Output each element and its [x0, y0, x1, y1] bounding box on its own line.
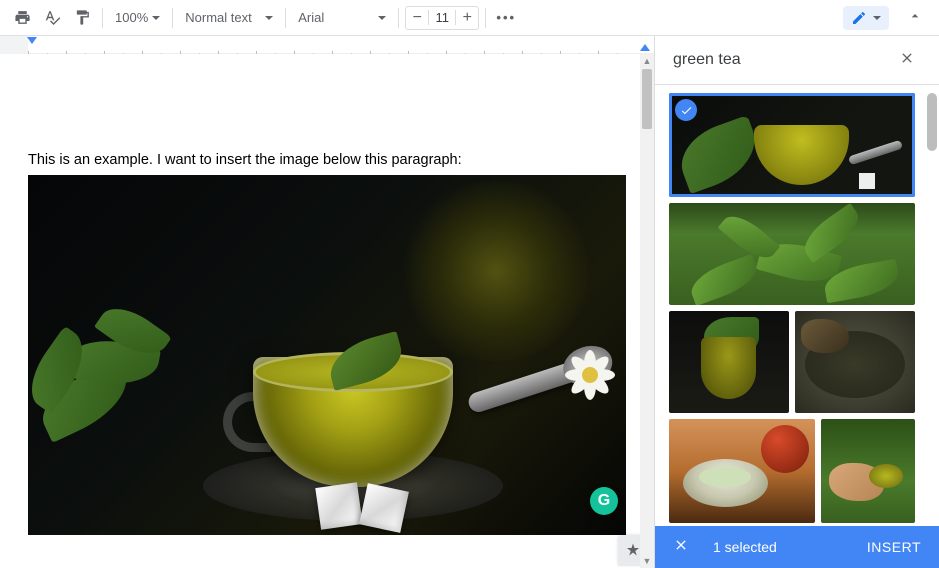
- collapse-toolbar-button[interactable]: [903, 4, 927, 31]
- more-icon: •••: [496, 10, 516, 25]
- mint-leaves: [28, 265, 228, 445]
- font-size-group: − 11 +: [405, 6, 479, 30]
- scroll-thumb[interactable]: [642, 69, 652, 129]
- paint-roller-icon: [74, 9, 91, 26]
- check-icon: [680, 104, 693, 117]
- tea-cup: [233, 322, 473, 487]
- document-scrollbar[interactable]: ▲ ▼: [640, 54, 654, 568]
- main-area: 12345678910111213141516 This is an examp…: [0, 36, 939, 568]
- spellcheck-icon: [44, 9, 61, 26]
- result-image-6[interactable]: [821, 419, 915, 523]
- paint-format-button[interactable]: [68, 4, 96, 32]
- font-size-increase-button[interactable]: +: [456, 7, 478, 29]
- image-search-panel: green tea: [654, 36, 939, 568]
- zoom-value: 100%: [115, 10, 148, 25]
- sugar-cube: [359, 483, 409, 533]
- scroll-down-arrow[interactable]: ▼: [640, 554, 654, 568]
- caret-icon: [378, 16, 386, 20]
- style-value: Normal text: [185, 10, 261, 25]
- scroll-up-arrow[interactable]: ▲: [640, 54, 654, 68]
- toolbar: 100% Normal text Arial − 11 + •••: [0, 0, 939, 36]
- grammarly-badge[interactable]: G: [590, 487, 618, 515]
- result-image-2[interactable]: [669, 203, 915, 305]
- document-image[interactable]: G: [28, 175, 626, 535]
- print-button[interactable]: [8, 4, 36, 32]
- result-image-4[interactable]: [795, 311, 915, 413]
- zoom-dropdown[interactable]: 100%: [109, 4, 166, 32]
- style-dropdown[interactable]: Normal text: [179, 4, 279, 32]
- font-size-decrease-button[interactable]: −: [406, 7, 428, 29]
- grammarly-initial: G: [598, 492, 610, 510]
- result-image-3[interactable]: [669, 311, 789, 413]
- ruler-right-marker[interactable]: [640, 44, 650, 51]
- font-dropdown[interactable]: Arial: [292, 4, 392, 32]
- close-panel-button[interactable]: [893, 44, 921, 76]
- panel-header: green tea: [655, 36, 939, 84]
- selected-check-badge: [675, 99, 697, 121]
- spellcheck-button[interactable]: [38, 4, 66, 32]
- panel-divider: [655, 84, 939, 85]
- close-icon: [673, 537, 689, 553]
- more-button[interactable]: •••: [492, 4, 520, 32]
- font-size-value[interactable]: 11: [428, 10, 456, 25]
- caret-icon: [873, 16, 881, 20]
- editing-mode-button[interactable]: [843, 6, 889, 30]
- search-query[interactable]: green tea: [673, 51, 883, 69]
- caret-icon: [152, 16, 160, 20]
- close-icon: [899, 50, 915, 66]
- separator: [285, 8, 286, 28]
- panel-footer: 1 selected INSERT: [655, 526, 939, 568]
- ruler-indent-marker[interactable]: [27, 37, 37, 44]
- result-image-1[interactable]: [669, 93, 915, 197]
- results-scrollbar-thumb[interactable]: [927, 93, 937, 151]
- pencil-icon: [851, 10, 867, 26]
- separator: [398, 8, 399, 28]
- print-icon: [14, 9, 31, 26]
- search-results: [655, 93, 939, 526]
- document-paragraph[interactable]: This is an example. I want to insert the…: [28, 152, 626, 168]
- ruler[interactable]: 12345678910111213141516: [0, 36, 654, 54]
- sugar-cube: [315, 482, 362, 529]
- separator: [172, 8, 173, 28]
- ruler-ticks: 12345678910111213141516: [0, 36, 654, 54]
- insert-button[interactable]: INSERT: [867, 539, 921, 555]
- separator: [102, 8, 103, 28]
- result-image-5[interactable]: [669, 419, 815, 523]
- daisy-flower: [560, 345, 620, 405]
- chevron-up-icon: [907, 8, 923, 24]
- document-page[interactable]: This is an example. I want to insert the…: [0, 54, 654, 568]
- selected-count: 1 selected: [713, 539, 867, 555]
- document-pane: 12345678910111213141516 This is an examp…: [0, 36, 654, 568]
- deselect-button[interactable]: [673, 537, 689, 558]
- caret-icon: [265, 16, 273, 20]
- separator: [485, 8, 486, 28]
- font-value: Arial: [298, 10, 374, 25]
